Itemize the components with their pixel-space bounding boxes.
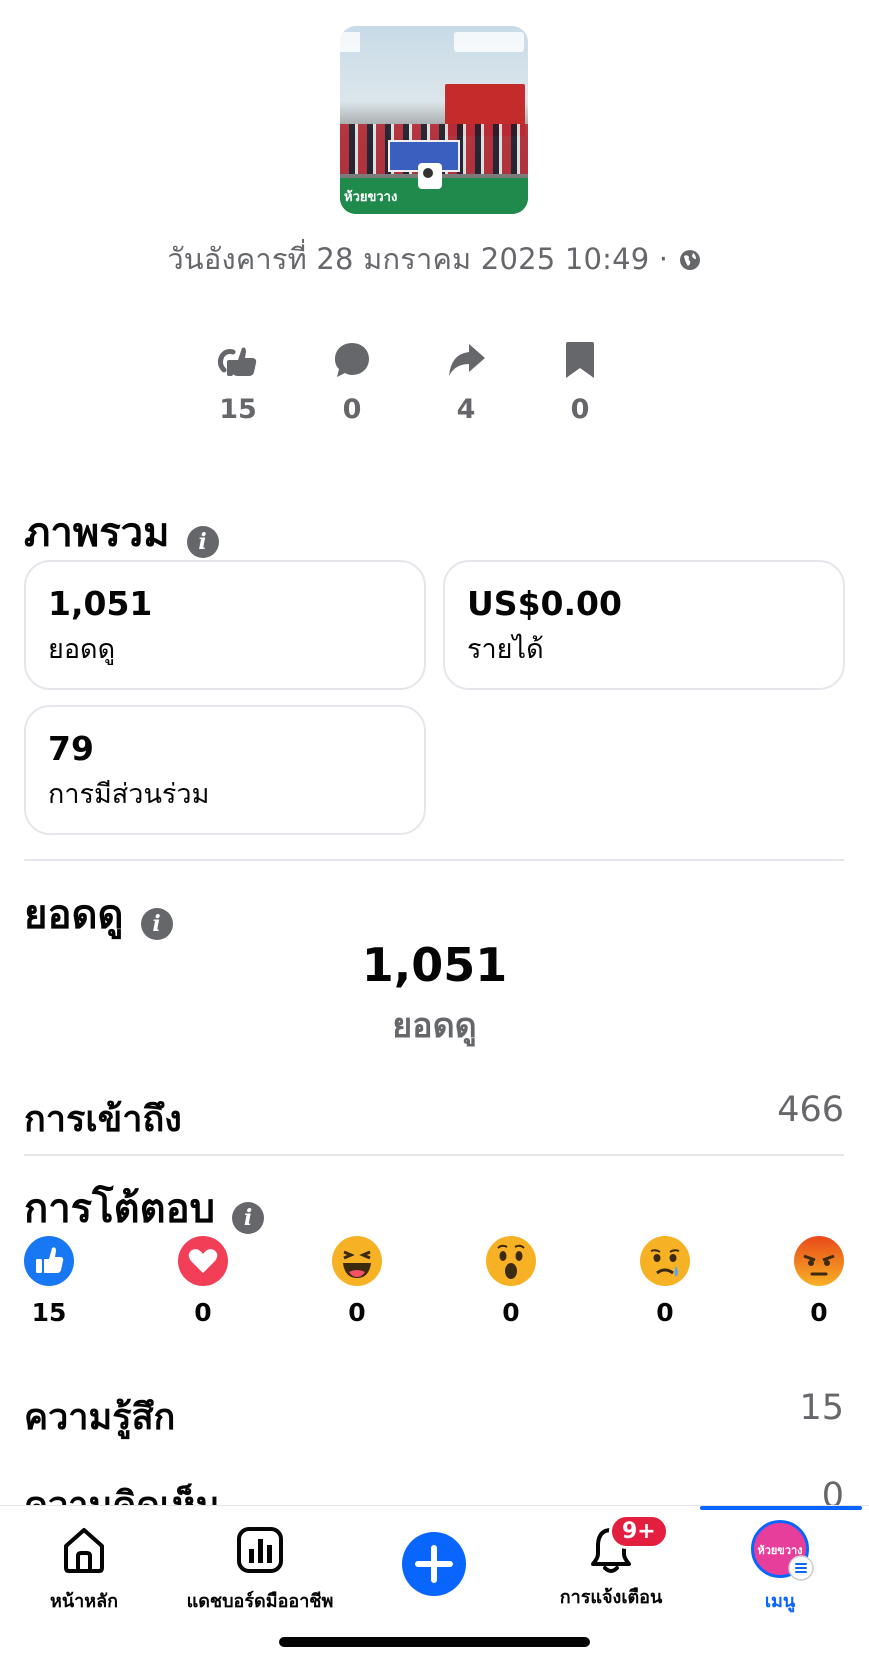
overview-title: ภาพรวม xyxy=(24,510,170,556)
card-value: 79 xyxy=(48,729,94,768)
reaction-count: 0 xyxy=(502,1298,520,1327)
share-icon xyxy=(449,344,485,376)
haha-reaction-icon xyxy=(332,1236,382,1286)
reaction-count: 0 xyxy=(194,1298,212,1327)
divider xyxy=(24,1154,844,1156)
thumbnail-caption: ห้วยขวาง xyxy=(344,190,398,205)
nav-notifications-label: การแจ้งเตือน xyxy=(559,1587,663,1608)
dashboard-icon xyxy=(237,1527,283,1573)
post-date-text: วันอังคารที่ 28 มกราคม 2025 10:49 · xyxy=(167,242,669,276)
shares-count: 4 xyxy=(456,394,476,425)
stat-shares[interactable]: 4 xyxy=(426,340,506,425)
post-thumbnail[interactable]: ห้วยขวาง xyxy=(340,26,528,214)
nav-notifications[interactable]: 9+ การแจ้งเตือน xyxy=(556,1514,669,1611)
saves-count: 0 xyxy=(570,394,590,425)
menu-icon xyxy=(788,1555,814,1581)
views-total: 1,051 ยอดดู xyxy=(0,938,869,1052)
overview-card-earnings[interactable]: US$0.00 รายได้ xyxy=(443,560,845,690)
nav-home-label: หน้าหลัก xyxy=(49,1591,119,1612)
interactions-header: การโต้ตอบ i xyxy=(24,1176,265,1240)
info-icon[interactable]: i xyxy=(186,525,219,558)
nav-dashboard-label: แดชบอร์ดมืออาชีพ xyxy=(186,1591,334,1612)
reaction-count: 0 xyxy=(810,1298,828,1327)
home-icon xyxy=(64,1528,104,1573)
like-reaction-icon xyxy=(24,1236,74,1286)
card-value: US$0.00 xyxy=(467,584,622,623)
interactions-title: การโต้ตอบ xyxy=(24,1186,216,1232)
reaction-wow: 0 xyxy=(485,1236,537,1327)
office-logo xyxy=(454,32,524,52)
angry-reaction-icon xyxy=(794,1236,844,1286)
card-label: การมีส่วนร่วม xyxy=(48,779,210,810)
overview-card-views[interactable]: 1,051 ยอดดู xyxy=(24,560,426,690)
notification-badge: 9+ xyxy=(609,1514,669,1549)
stat-saves[interactable]: 0 xyxy=(540,340,620,425)
reaction-love: 0 xyxy=(177,1236,229,1327)
nav-menu[interactable]: ห้วยขวาง เมนู xyxy=(744,1520,816,1615)
overview-header: ภาพรวม i xyxy=(24,500,219,564)
reaction-count: 0 xyxy=(348,1298,366,1327)
logo-badge xyxy=(340,32,360,52)
comments-count: 0 xyxy=(342,394,362,425)
love-reaction-icon xyxy=(178,1236,228,1286)
views-title: ยอดดู xyxy=(24,892,124,938)
nav-dashboard[interactable]: แดชบอร์ดมืออาชีพ xyxy=(185,1524,335,1615)
reach-value: 466 xyxy=(777,1090,844,1130)
reaction-sad: 0 xyxy=(639,1236,691,1327)
reaction-like: 15 xyxy=(23,1236,75,1327)
reach-label: การเข้าถึง xyxy=(24,1099,182,1140)
reaction-haha: 0 xyxy=(331,1236,383,1327)
create-button[interactable] xyxy=(402,1532,466,1600)
reaction-count: 0 xyxy=(656,1298,674,1327)
sad-reaction-icon xyxy=(640,1236,690,1286)
card-value: 1,051 xyxy=(48,584,153,623)
info-icon[interactable]: i xyxy=(232,1201,265,1234)
plus-icon xyxy=(402,1532,466,1596)
active-tab-indicator xyxy=(700,1506,862,1510)
views-header: ยอดดู i xyxy=(24,882,173,946)
like-icon xyxy=(217,347,257,376)
reaction-angry: 0 xyxy=(793,1236,845,1327)
nav-home[interactable]: หน้าหลัก xyxy=(44,1524,124,1615)
reaction-count: 15 xyxy=(31,1298,67,1327)
home-indicator xyxy=(279,1637,590,1647)
bookmark-icon xyxy=(566,342,594,378)
views-total-value: 1,051 xyxy=(361,938,508,992)
multi-photo-icon xyxy=(418,163,442,189)
globe-icon xyxy=(679,250,700,270)
card-label: รายได้ xyxy=(467,634,544,665)
feelings-value: 15 xyxy=(799,1388,844,1428)
divider xyxy=(24,859,844,861)
nav-menu-label: เมนู xyxy=(764,1591,796,1612)
feelings-label: ความรู้สึก xyxy=(24,1397,176,1438)
post-date: วันอังคารที่ 28 มกราคม 2025 10:49 · xyxy=(0,236,869,282)
stat-comments[interactable]: 0 xyxy=(312,340,392,425)
reach-row: การเข้าถึง 466 xyxy=(24,1090,844,1147)
page-avatar: ห้วยขวาง xyxy=(751,1520,814,1581)
likes-count: 15 xyxy=(219,394,257,425)
stat-likes[interactable]: 15 xyxy=(198,340,278,425)
feelings-row: ความรู้สึก 15 xyxy=(24,1388,844,1445)
info-icon[interactable]: i xyxy=(140,907,173,940)
overview-card-engagement[interactable]: 79 การมีส่วนร่วม xyxy=(24,705,426,835)
comment-icon xyxy=(335,343,369,377)
views-total-label: ยอดดู xyxy=(392,1006,477,1046)
card-label: ยอดดู xyxy=(48,634,116,665)
wow-reaction-icon xyxy=(486,1236,536,1286)
